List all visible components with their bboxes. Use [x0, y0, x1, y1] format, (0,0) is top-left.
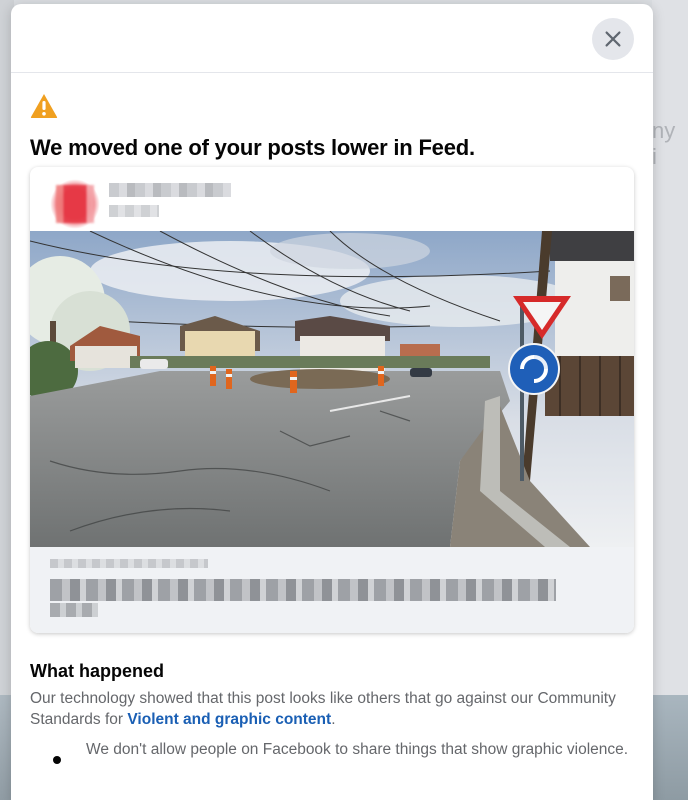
- post-photo: i: [30, 231, 634, 547]
- close-button[interactable]: [592, 18, 634, 60]
- background-image-right: [652, 695, 688, 800]
- link-title-redacted: [50, 579, 556, 601]
- background-right-strip: ny i: [652, 0, 688, 800]
- moderation-dialog: We moved one of your posts lower in Feed…: [11, 4, 653, 800]
- violent-graphic-content-link[interactable]: Violent and graphic content: [127, 711, 331, 728]
- warning-icon: [30, 94, 58, 118]
- link-preview[interactable]: [30, 547, 634, 633]
- link-domain-redacted: [50, 559, 208, 568]
- bullet-dot: [53, 756, 61, 764]
- background-ghost-text: ny i: [652, 118, 676, 169]
- dialog-title: We moved one of your posts lower in Feed…: [30, 135, 475, 160]
- post-meta-redacted: [109, 205, 159, 217]
- avatar: [50, 179, 100, 229]
- author-name-redacted: [109, 183, 231, 197]
- dialog-header: [11, 4, 653, 73]
- what-happened-text-end: .: [331, 711, 336, 728]
- what-happened-text: Our technology showed that this post loo…: [30, 688, 630, 730]
- link-extra-redacted: [50, 603, 98, 617]
- policy-bullet-text: We don't allow people on Facebook to sha…: [86, 741, 629, 758]
- what-happened-heading: What happened: [30, 661, 164, 681]
- post-preview-card[interactable]: i: [30, 167, 634, 633]
- street-photo-illustration: [30, 231, 634, 547]
- close-icon: [605, 31, 621, 47]
- post-header: [30, 167, 634, 231]
